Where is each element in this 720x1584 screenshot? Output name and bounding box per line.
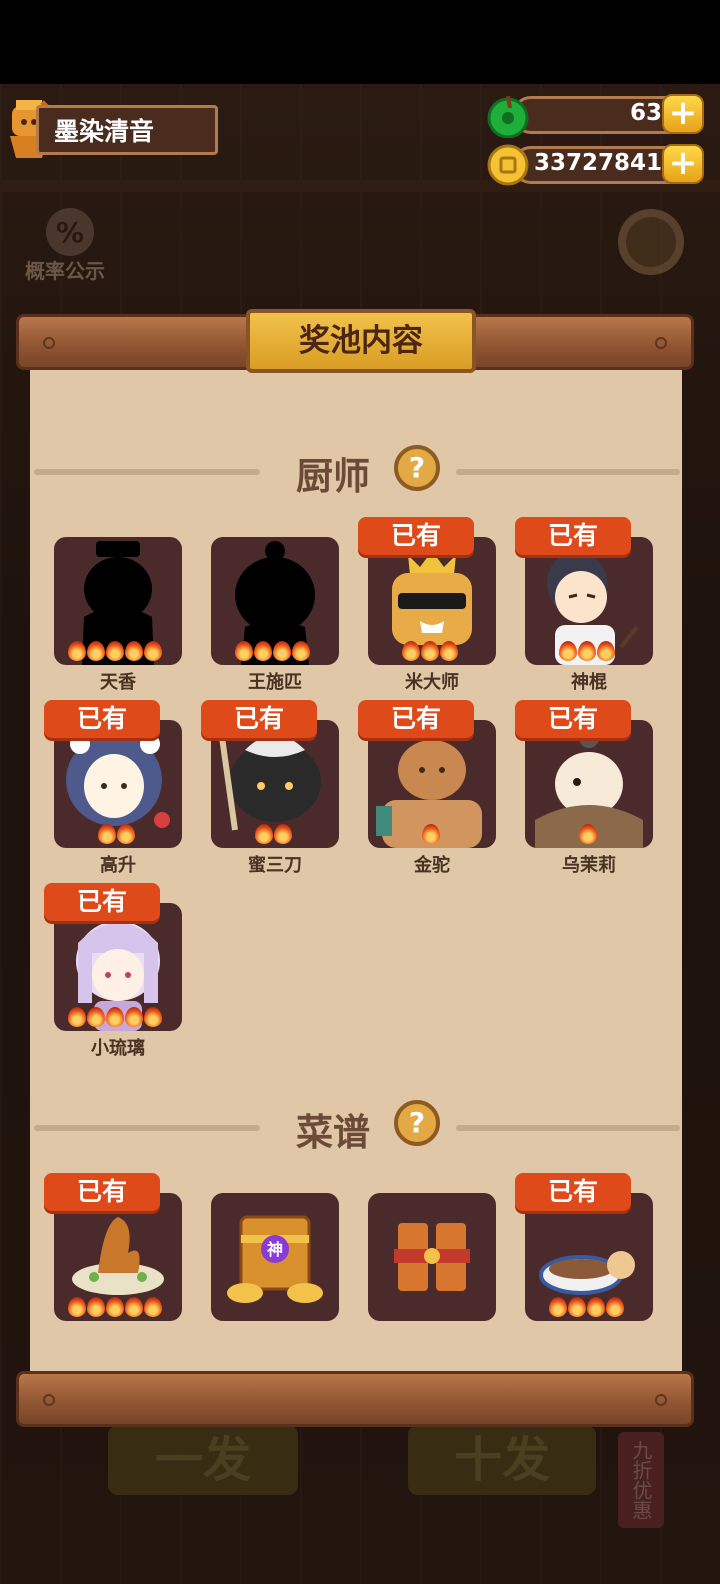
chef-name: 乌茉莉 <box>562 855 616 876</box>
chef-name: 小琉璃 <box>91 1038 145 1059</box>
player-name: 墨染清音 <box>54 117 155 146</box>
recipe-card[interactable] <box>525 1193 653 1321</box>
owned-badge: 已有 <box>201 700 317 738</box>
chef-card-tianxiang[interactable] <box>54 537 182 665</box>
panel-bottom-plank <box>16 1371 694 1427</box>
chef-card-jintuo[interactable] <box>368 720 496 848</box>
recipes-section-title: 菜谱 <box>296 1111 370 1154</box>
chef-card-misandao[interactable] <box>211 720 339 848</box>
owned-badge: 已有 <box>44 883 160 921</box>
jade-count: 63 <box>629 100 662 126</box>
owned-badge: 已有 <box>515 700 631 738</box>
chef-card-shengun[interactable] <box>525 537 653 665</box>
nail-icon <box>43 1394 55 1406</box>
owned-badge: 已有 <box>358 700 474 738</box>
rarity-flames <box>368 641 496 663</box>
chef-name: 高升 <box>100 855 136 876</box>
chef-name: 金驼 <box>414 855 450 876</box>
rarity-flames <box>54 1007 182 1029</box>
section-divider <box>34 469 260 475</box>
coin-count: 33727841 <box>533 150 662 176</box>
chef-card-gaosheng[interactable] <box>54 720 182 848</box>
section-divider <box>456 1125 680 1131</box>
recipes-help-icon[interactable]: ? <box>394 1100 440 1146</box>
rarity-flames <box>54 1297 182 1319</box>
nail-icon <box>655 1394 667 1406</box>
chef-card-wumoli[interactable] <box>525 720 653 848</box>
probability-label[interactable]: 概率公示 <box>25 255 105 284</box>
add-jade-button[interactable]: + <box>662 94 704 134</box>
chef-name: 蜜三刀 <box>248 855 302 876</box>
discount-badge: 九折优惠 <box>618 1432 664 1528</box>
nail-icon <box>43 337 55 349</box>
owned-badge: 已有 <box>44 700 160 738</box>
chef-name: 神棍 <box>571 672 607 693</box>
chef-name: 王施匹 <box>248 672 302 693</box>
encounter-badge-icon[interactable] <box>614 205 688 279</box>
svg-text:%: % <box>56 216 84 249</box>
rarity-flames <box>525 1297 653 1319</box>
chef-name: 天香 <box>100 672 136 693</box>
recipe-card[interactable]: 神 <box>211 1193 339 1321</box>
chefs-help-icon[interactable]: ? <box>394 445 440 491</box>
recipe-scroll-icon <box>394 1223 470 1291</box>
chefs-section-title: 厨师 <box>296 455 370 498</box>
chef-card-midashi[interactable] <box>368 537 496 665</box>
recipe-card[interactable] <box>368 1193 496 1321</box>
rarity-flames <box>211 641 339 663</box>
ten-draw-button[interactable]: 十发 <box>408 1425 596 1495</box>
owned-badge: 已有 <box>44 1173 160 1211</box>
panel-title: 奖池内容 <box>246 309 476 373</box>
owned-badge: 已有 <box>515 1173 631 1211</box>
owned-badge: 已有 <box>358 517 474 555</box>
section-divider <box>456 469 680 475</box>
rarity-flames <box>525 824 653 846</box>
chef-card-xiaoliuli[interactable] <box>54 903 182 1031</box>
single-draw-button[interactable]: 一发 <box>108 1425 298 1495</box>
rarity-flames <box>54 824 182 846</box>
nail-icon <box>655 337 667 349</box>
section-divider <box>34 1125 260 1131</box>
owned-badge: 已有 <box>515 517 631 555</box>
chef-name: 米大师 <box>405 672 459 693</box>
rarity-flames <box>54 641 182 663</box>
add-coins-button[interactable]: + <box>662 144 704 184</box>
recipe-card[interactable] <box>54 1193 182 1321</box>
rarity-flames <box>368 824 496 846</box>
rarity-flames <box>525 641 653 663</box>
coin-icon <box>487 144 529 186</box>
divine-recipe-chest-icon: 神 <box>227 1215 323 1303</box>
divine-badge: 神 <box>267 1240 283 1259</box>
chef-card-wangshipi[interactable] <box>211 537 339 665</box>
rarity-flames <box>211 824 339 846</box>
jade-icon <box>487 95 529 138</box>
